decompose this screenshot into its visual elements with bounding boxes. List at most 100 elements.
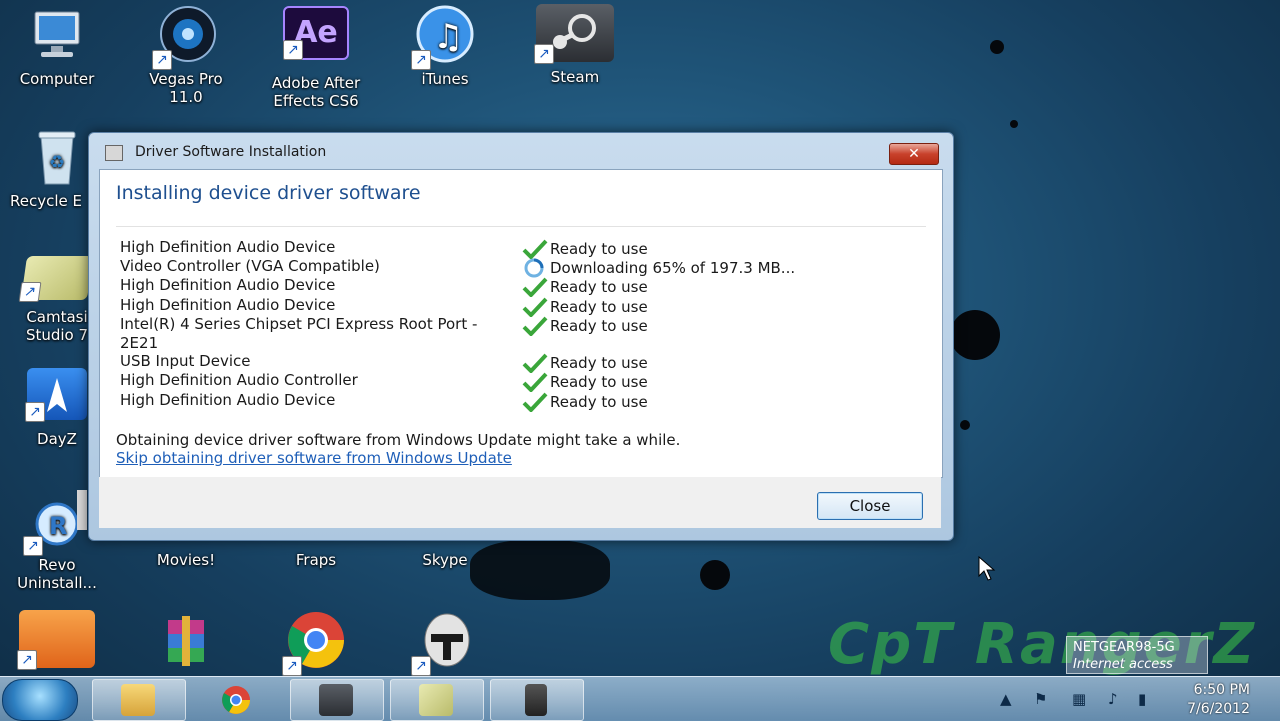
checkmark-icon [522,239,548,259]
desktop-icon-computer[interactable]: Computer [2,4,112,88]
shortcut-arrow-icon: ↗ [283,40,303,60]
skip-windows-update-link[interactable]: Skip obtaining driver software from Wind… [116,449,512,467]
dialog-content: Installing device driver software High D… [99,169,943,478]
network-status: Internet access [1073,657,1173,672]
desktop-icon-itunes[interactable]: ♫ ↗ iTunes [390,4,500,88]
desktop-icon-after-effects[interactable]: Ae ↗ Adobe After Effects CS6 [261,4,371,110]
dialog-footer [99,477,941,528]
chrome-icon: ↗ [282,610,348,676]
divider [116,226,926,227]
shortcut-arrow-icon: ↗ [534,44,554,64]
desktop-icon-skype[interactable]: Skype [390,551,500,569]
revo-uninstaller-icon: R ↗ [23,490,89,556]
spinner-icon [524,258,544,278]
taskbar-button-chrome[interactable] [190,679,284,721]
taskbar-button-explorer[interactable] [92,679,186,721]
close-icon[interactable]: ✕ [889,143,939,165]
device-name-line1: Intel(R) 4 Series Chipset PCI Express Ro… [120,315,478,333]
device-status-text: Downloading 65% of 197.3 MB... [550,259,796,277]
device-status-text: Ready to use [550,298,648,316]
desktop-icon-winrar[interactable] [131,610,241,676]
taskbar-button-steam[interactable] [290,679,384,721]
steam-icon [319,684,353,716]
desktop-icon-steam[interactable]: ↗ Steam [520,4,630,86]
clock-date: 7/6/2012 [1187,701,1250,717]
show-hidden-icons-icon[interactable]: ▲ [1000,690,1012,708]
shortcut-arrow-icon: ↗ [282,656,302,676]
close-button[interactable]: Close [817,492,923,520]
computer-icon [25,4,89,68]
checkmark-icon [522,297,548,317]
desktop-icon-label-line1: Revo [38,556,76,574]
desktop-icon-orange-app[interactable]: ↗ [2,610,112,670]
device-row: High Definition Audio Controller Ready t… [120,372,930,392]
chrome-icon [222,686,250,714]
device-name: Intel(R) 4 Series Chipset PCI Express Ro… [120,316,520,351]
desktop-icon-chrome[interactable]: ↗ [261,610,371,676]
device-name: High Definition Audio Controller [120,371,358,389]
device-status: Ready to use [522,239,648,259]
desktop-icon-label: iTunes [421,70,469,88]
svg-text:♫: ♫ [433,17,463,57]
camtasia-icon [419,684,453,716]
start-button[interactable] [2,679,78,721]
desktop-icon-label: Vegas Pro 11.0 [149,70,223,106]
update-note: Obtaining device driver software from Wi… [116,431,681,449]
device-status: Downloading 65% of 197.3 MB... [522,258,795,278]
device-status-text: Ready to use [550,354,648,372]
device-status: Ready to use [522,353,648,373]
device-status-text: Ready to use [550,240,648,258]
taskbar-button-camcorder[interactable] [490,679,584,721]
ink-splat [1010,120,1018,128]
device-name: High Definition Audio Device [120,238,336,256]
device-status: Ready to use [522,316,648,336]
clone-trooper-icon: ↗ [411,610,477,676]
dialog-titlebar[interactable]: Driver Software Installation ✕ [89,133,953,169]
steam-icon: ↗ [534,4,614,64]
desktop-icon-label-line2: Effects CS6 [273,92,359,110]
driver-software-icon [105,145,123,161]
dialog-heading: Installing device driver software [116,182,421,204]
checkmark-icon [522,353,548,373]
device-row: High Definition Audio Device Ready to us… [120,277,930,297]
svg-text:R: R [49,512,67,540]
volume-icon[interactable]: ♪ [1108,690,1118,708]
shortcut-arrow-icon: ↗ [411,656,431,676]
device-row: Video Controller (VGA Compatible) Downlo… [120,258,930,278]
desktop-icon-label: Steam [550,68,600,86]
taskbar-clock[interactable]: 6:50 PM 7/6/2012 [1160,681,1250,719]
device-name: High Definition Audio Device [120,276,336,294]
ink-splat [470,540,610,600]
device-row: High Definition Audio Device Ready to us… [120,392,930,412]
device-row: High Definition Audio Device Ready to us… [120,297,930,317]
shortcut-arrow-icon: ↗ [17,650,37,670]
ink-splat [950,310,1000,360]
dayz-icon: ↗ [25,368,87,422]
ink-splat [960,420,970,430]
windows-explorer-icon [121,684,155,716]
device-status: Ready to use [522,372,648,392]
checkmark-icon [522,392,548,412]
ink-splat [990,40,1004,54]
network-icon[interactable]: ▦ [1072,690,1086,708]
desktop-icon-movies[interactable]: Movies! [131,551,241,569]
vegas-pro-icon: ↗ [152,4,218,70]
power-icon[interactable]: ▮ [1138,690,1146,708]
action-center-flag-icon[interactable]: ⚑ [1034,690,1047,708]
checkmark-icon [522,277,548,297]
device-list: High Definition Audio Device Ready to us… [120,229,930,412]
desktop-icon-clone-trooper[interactable]: ↗ [390,610,500,676]
desktop-icon-vegas-pro[interactable]: ↗ Vegas Pro 11.0 [131,4,241,106]
clock-time: 6:50 PM [1193,682,1250,698]
checkmark-icon [522,372,548,392]
desktop-icon-fraps[interactable]: Fraps [261,551,371,569]
shortcut-arrow-icon: ↗ [25,402,45,422]
recycle-bin-icon: ♻ [25,126,89,190]
desktop-icon-label-line1: Adobe After [271,74,361,92]
taskbar-button-camtasia[interactable] [390,679,484,721]
device-status-text: Ready to use [550,317,648,335]
camcorder-icon [525,684,547,716]
network-name: NETGEAR98-5G [1073,640,1175,655]
device-status: Ready to use [522,277,648,297]
shortcut-arrow-icon: ↗ [23,536,43,556]
